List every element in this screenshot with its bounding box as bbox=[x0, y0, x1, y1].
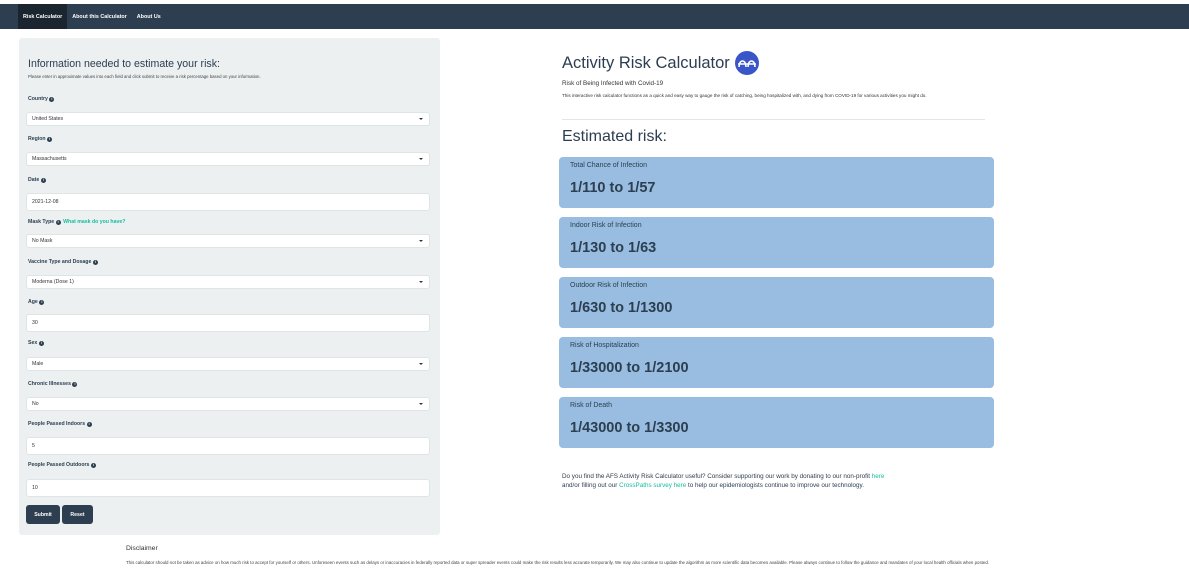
vaccine-label-text: Vaccine Type and Dosage bbox=[28, 259, 92, 265]
tab-about-us[interactable]: About Us bbox=[132, 4, 166, 29]
form-subtitle: Please enter in approximate values into … bbox=[28, 74, 261, 79]
risk-card-label: Outdoor Risk of Infection bbox=[570, 282, 648, 289]
date-label-text: Date bbox=[28, 177, 40, 183]
tab-about-calculator[interactable]: About this Calculator bbox=[67, 4, 132, 29]
info-icon[interactable]: i bbox=[47, 136, 53, 142]
chronic-label-text: Chronic Illnesses bbox=[28, 381, 71, 387]
chronic-label: Chronic Illnesses i bbox=[28, 381, 78, 387]
survey-link[interactable]: CrossPaths survey here bbox=[619, 482, 686, 489]
country-select[interactable]: United States bbox=[26, 112, 430, 126]
risk-card-death: Risk of Death 1/43000 to 1/3300 bbox=[559, 397, 994, 448]
risk-card-value: 1/43000 to 1/3300 bbox=[570, 420, 689, 436]
outdoors-label-text: People Passed Outdoors bbox=[28, 462, 90, 468]
sex-label-text: Sex bbox=[28, 340, 38, 346]
risk-card-value: 1/130 to 1/63 bbox=[570, 240, 657, 256]
support-text-2: and/or filling out our bbox=[562, 481, 618, 489]
afs-logo-icon bbox=[734, 51, 759, 75]
sex-select[interactable]: Male bbox=[26, 357, 430, 371]
country-value: United States bbox=[32, 116, 64, 122]
chronic-value: No bbox=[32, 401, 39, 407]
mask-select[interactable]: No Mask bbox=[26, 234, 430, 248]
support-text-1: Do you find the AFS Activity Risk Calcul… bbox=[562, 473, 871, 480]
disclaimer-title: Disclaimer bbox=[126, 545, 158, 552]
sex-label: Sex i bbox=[28, 340, 44, 346]
risk-card-value: 1/630 to 1/1300 bbox=[570, 300, 673, 316]
vaccine-value: Moderna (Dose 1) bbox=[32, 279, 74, 285]
mask-help-link[interactable]: What mask do you have? bbox=[63, 219, 125, 225]
info-icon[interactable]: i bbox=[40, 177, 46, 183]
date-label: Date i bbox=[28, 177, 46, 183]
results-title: Estimated risk: bbox=[562, 128, 667, 145]
caret-down-icon bbox=[419, 363, 423, 365]
top-navbar: Risk Calculator About this Calculator Ab… bbox=[0, 4, 1189, 29]
age-value: 30 bbox=[32, 320, 38, 326]
region-value: Massachusetts bbox=[32, 156, 67, 162]
page-subtitle: Risk of Being Infected with Covid-19 bbox=[562, 80, 664, 87]
caret-down-icon bbox=[419, 281, 423, 283]
indoors-label: People Passed Indoors i bbox=[28, 421, 92, 427]
risk-card-value: 1/110 to 1/57 bbox=[570, 180, 656, 196]
indoors-value: 5 bbox=[32, 443, 35, 449]
outdoors-label: People Passed Outdoors i bbox=[28, 462, 96, 468]
info-icon[interactable]: i bbox=[49, 96, 55, 102]
indoors-label-text: People Passed Indoors bbox=[28, 421, 86, 427]
disclaimer-text: This calculator should not be taken as a… bbox=[126, 560, 989, 565]
risk-card-hospitalization: Risk of Hospitalization 1/33000 to 1/210… bbox=[559, 337, 994, 388]
info-icon[interactable]: i bbox=[55, 219, 61, 225]
submit-button[interactable]: Submit bbox=[26, 505, 60, 524]
age-input[interactable]: 30 bbox=[26, 314, 430, 332]
caret-down-icon bbox=[419, 240, 423, 242]
info-icon[interactable]: i bbox=[38, 340, 44, 346]
donate-link[interactable]: here bbox=[872, 473, 885, 480]
sex-value: Male bbox=[32, 361, 44, 367]
support-message: Do you find the AFS Activity Risk Calcul… bbox=[562, 473, 1002, 490]
risk-card-label: Indoor Risk of Infection bbox=[570, 222, 642, 229]
risk-card-label: Risk of Hospitalization bbox=[570, 342, 639, 349]
mask-value: No Mask bbox=[32, 238, 53, 244]
input-panel: Information needed to estimate your risk… bbox=[19, 38, 440, 535]
region-label-text: Region bbox=[28, 136, 46, 142]
chronic-select[interactable]: No bbox=[26, 397, 430, 411]
mask-label-text: Mask Type bbox=[28, 219, 55, 225]
age-label: Age i bbox=[28, 299, 45, 305]
risk-card-outdoor-infection: Outdoor Risk of Infection 1/630 to 1/130… bbox=[559, 277, 994, 328]
vaccine-label: Vaccine Type and Dosage i bbox=[28, 259, 98, 265]
form-title: Information needed to estimate your risk… bbox=[28, 58, 220, 70]
mask-label: Mask Type i What mask do you have? bbox=[28, 219, 125, 225]
age-label-text: Age bbox=[28, 299, 38, 305]
tab-risk-calculator[interactable]: Risk Calculator bbox=[18, 4, 68, 29]
info-icon[interactable]: i bbox=[72, 381, 78, 387]
info-icon[interactable]: i bbox=[39, 299, 45, 305]
page-title: Activity Risk Calculator bbox=[562, 51, 759, 75]
risk-card-indoor-infection: Indoor Risk of Infection 1/130 to 1/63 bbox=[559, 217, 994, 268]
divider bbox=[562, 119, 985, 120]
country-label-text: Country bbox=[28, 96, 48, 102]
outdoors-input[interactable]: 10 bbox=[26, 479, 430, 497]
risk-card-label: Total Chance of Infection bbox=[570, 162, 648, 169]
reset-button[interactable]: Reset bbox=[62, 505, 93, 524]
region-select[interactable]: Massachusetts bbox=[26, 152, 430, 166]
risk-card-label: Risk of Death bbox=[570, 402, 613, 409]
page-title-text: Activity Risk Calculator bbox=[562, 53, 730, 72]
caret-down-icon bbox=[419, 118, 423, 120]
date-value: 2021-12-08 bbox=[32, 199, 59, 205]
risk-card-value: 1/33000 to 1/2100 bbox=[570, 360, 689, 376]
date-input[interactable]: 2021-12-08 bbox=[26, 193, 430, 211]
outdoors-value: 10 bbox=[32, 485, 38, 491]
country-label: Country i bbox=[28, 96, 55, 102]
risk-card-total-infection: Total Chance of Infection 1/110 to 1/57 bbox=[559, 157, 994, 208]
indoors-input[interactable]: 5 bbox=[26, 437, 430, 455]
vaccine-select[interactable]: Moderna (Dose 1) bbox=[26, 275, 430, 289]
caret-down-icon bbox=[419, 403, 423, 405]
region-label: Region i bbox=[28, 136, 53, 142]
info-icon[interactable]: i bbox=[92, 259, 98, 265]
info-icon[interactable]: i bbox=[86, 421, 92, 427]
caret-down-icon bbox=[419, 158, 423, 160]
support-text-3: to help our epidemiologists continue to … bbox=[688, 481, 864, 489]
info-icon[interactable]: i bbox=[90, 462, 96, 468]
page-description: This interactive risk calculator functio… bbox=[562, 93, 927, 98]
